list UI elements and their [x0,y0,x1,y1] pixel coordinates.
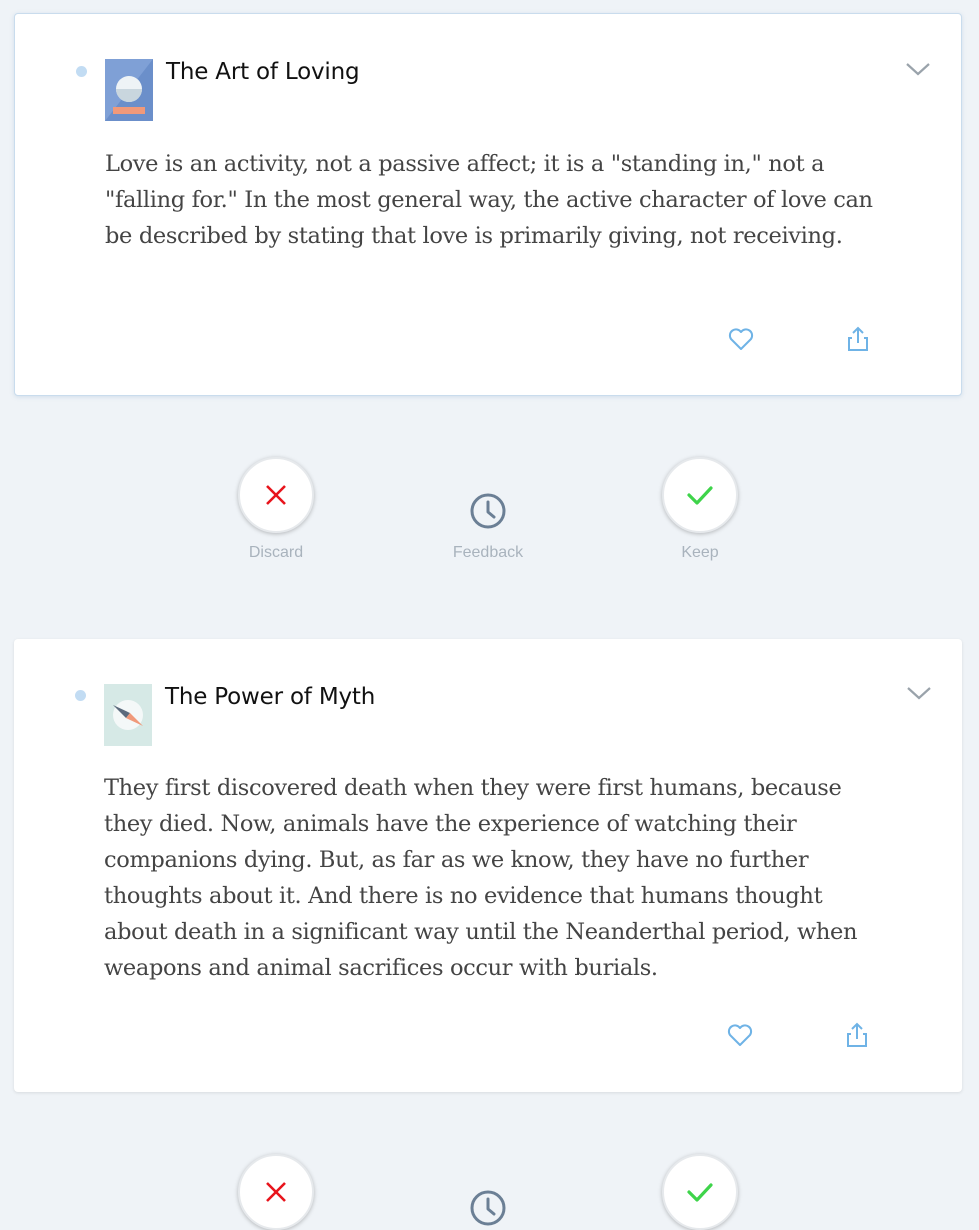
feedback-label[interactable]: Feedback [428,544,548,562]
heart-icon[interactable] [726,324,756,354]
check-icon [687,1183,713,1202]
close-icon [266,1182,286,1202]
highlight-card: The Art of Loving Love is an activity, n… [14,13,962,396]
quote-text: Love is an activity, not a passive affec… [105,151,873,249]
book-title: The Power of Myth [165,684,376,710]
book-title: The Art of Loving [166,59,360,85]
clock-icon[interactable] [469,492,507,530]
share-icon[interactable] [842,1020,872,1050]
keep-button[interactable] [662,457,738,533]
quote-text: They first discovered death when they we… [104,775,858,981]
chevron-down-icon[interactable] [905,61,931,77]
discard-label: Discard [248,544,304,561]
unread-dot [75,690,86,701]
share-icon[interactable] [843,324,873,354]
clock-icon[interactable] [469,1189,507,1227]
unread-dot [76,66,87,77]
book-cover-icon [104,684,152,746]
book-cover-icon [105,59,153,121]
check-icon [687,486,713,505]
discard-button[interactable] [238,457,314,533]
keep-button[interactable] [662,1154,738,1230]
highlight-card: The Power of Myth They first discovered … [14,639,962,1092]
chevron-down-icon[interactable] [906,685,932,701]
heart-icon[interactable] [725,1020,755,1050]
keep-label: Keep [681,544,719,561]
discard-button[interactable] [238,1154,314,1230]
close-icon [266,485,286,505]
